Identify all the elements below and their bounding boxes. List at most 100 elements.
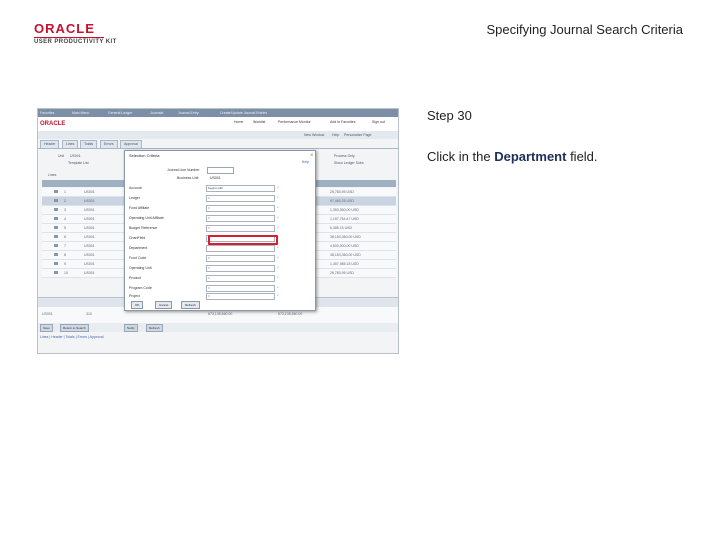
lookup-icon[interactable]: ⌕ — [277, 185, 279, 189]
unit-value: US001 — [70, 154, 81, 158]
lookup-icon[interactable]: ⌕ — [277, 205, 279, 209]
lookup-icon[interactable]: ⌕ — [277, 245, 279, 249]
operating-unit-field[interactable]: = — [206, 265, 275, 272]
journal-line-select[interactable] — [207, 167, 234, 174]
criteria-row-account: Account begins with ⌕ — [129, 185, 279, 192]
menu-main[interactable]: Main Menu — [72, 111, 89, 115]
personalize-link[interactable]: Personalize Page — [344, 133, 371, 137]
operating-unit-affiliate-field[interactable]: = — [206, 215, 275, 222]
nav-home[interactable]: Home — [234, 120, 243, 124]
trash-icon[interactable] — [54, 253, 58, 256]
menu-favorites[interactable]: Favorites — [40, 111, 54, 115]
lines-grid-title: Lines — [48, 173, 57, 177]
criteria-row-fund-affiliate: Fund Affiliate = ⌕ — [129, 205, 279, 212]
criteria-row-fund-code: Fund Code = ⌕ — [129, 255, 279, 262]
lookup-icon[interactable]: ⌕ — [277, 275, 279, 279]
program-code-field[interactable]: = — [206, 285, 275, 292]
footer-links[interactable]: Lines | Header | Totals | Errors | Appro… — [40, 335, 104, 339]
criteria-row-ledger: Ledger = ⌕ — [129, 195, 279, 202]
budget-reference-field[interactable]: = — [206, 225, 275, 232]
fund-affiliate-field[interactable]: = — [206, 205, 275, 212]
criteria-row-operating-unit: Operating Unit = ⌕ — [129, 265, 279, 272]
trash-icon[interactable] — [54, 262, 58, 265]
dialog-help-link[interactable]: Help — [302, 160, 309, 164]
business-unit-value: US001 — [210, 176, 221, 180]
page-tabs: Header Lines Totals Errors Approval — [38, 139, 398, 149]
ok-button[interactable]: OK — [131, 301, 144, 309]
save-button[interactable]: Save — [40, 324, 53, 332]
template-list-link[interactable]: Template List — [68, 161, 89, 165]
nav-add-favorites[interactable]: Add to Favorites — [330, 120, 355, 124]
oracle-logo-text: ORACLE — [34, 21, 95, 36]
document-title: Specifying Journal Search Criteria — [486, 22, 683, 37]
upk-logo-text: USER PRODUCTIVITY KIT — [34, 39, 117, 45]
brand-row: ORACLE Home Worklist Performance Monitor… — [38, 117, 398, 132]
cancel-button[interactable]: Cancel — [155, 301, 173, 309]
step-number: Step 30 — [427, 108, 472, 123]
tab-lines[interactable]: Lines — [62, 140, 79, 148]
trash-icon[interactable] — [54, 217, 58, 220]
lookup-icon[interactable]: ⌕ — [277, 293, 279, 297]
totals-debit: 673,135,660.00 — [208, 312, 233, 316]
account-field[interactable]: begins with — [206, 185, 275, 192]
app-oracle-logo: ORACLE — [40, 121, 66, 127]
fund-code-field[interactable]: = — [206, 255, 275, 262]
application-screenshot: Favorites Main Menu General Ledger Journ… — [37, 108, 399, 354]
instruction-suffix: field. — [566, 149, 598, 164]
trash-icon[interactable] — [54, 208, 58, 211]
show-ledger-option[interactable]: Show Ledger Subs — [334, 161, 364, 165]
project-field[interactable]: = — [206, 293, 275, 300]
tab-header[interactable]: Header — [40, 140, 60, 148]
menu-journal-entry[interactable]: Journal Entry — [178, 111, 199, 115]
lookup-icon[interactable]: ⌕ — [277, 225, 279, 229]
criteria-row-department: Department ⌕ — [129, 245, 279, 252]
tab-errors[interactable]: Errors — [100, 140, 118, 148]
tab-totals[interactable]: Totals — [80, 140, 98, 148]
totals-credit: 673,135,660.00 — [278, 312, 303, 316]
department-field-highlight — [208, 235, 278, 245]
dialog-refresh-button[interactable]: Refresh — [181, 301, 200, 309]
journal-line-label: Journal Line Number — [167, 168, 200, 172]
trash-icon[interactable] — [54, 235, 58, 238]
tab-approval[interactable]: Approval — [120, 140, 142, 148]
criteria-row-budget-reference: Budget Reference = ⌕ — [129, 225, 279, 232]
trash-icon[interactable] — [54, 199, 58, 202]
lookup-icon[interactable]: ⌕ — [277, 265, 279, 269]
trash-icon[interactable] — [54, 190, 58, 193]
logo-rule — [34, 37, 104, 38]
menu-journals[interactable]: Journals — [150, 111, 163, 115]
trash-icon[interactable] — [54, 226, 58, 229]
notify-button[interactable]: Notify — [124, 324, 138, 332]
process-only-option[interactable]: Process Only — [334, 154, 355, 158]
totals-unit: US001 — [42, 312, 53, 316]
close-icon[interactable]: X — [310, 152, 313, 157]
product-field[interactable]: = — [206, 275, 275, 282]
nav-performance[interactable]: Performance Monitor — [278, 120, 311, 124]
menu-bar: Favorites Main Menu General Ledger Journ… — [38, 109, 398, 117]
help-link[interactable]: Help — [332, 133, 339, 137]
refresh-button[interactable]: Refresh — [146, 324, 163, 332]
return-to-search-button[interactable]: Return to Search — [60, 324, 89, 332]
totals-lines: 310 — [86, 312, 92, 316]
trash-icon[interactable] — [54, 271, 58, 274]
criteria-row-operating-unit-affiliate: Operating Unit Affiliate = ⌕ — [129, 215, 279, 222]
nav-worklist[interactable]: Worklist — [253, 120, 265, 124]
business-unit-label: Business Unit — [177, 176, 199, 180]
bottom-button-bar: Save Return to Search Notify Refresh — [38, 323, 398, 332]
instruction-target: Department — [494, 149, 567, 164]
new-window-link[interactable]: New Window — [304, 133, 324, 137]
unit-label: Unit — [58, 154, 65, 158]
department-field[interactable] — [206, 245, 275, 252]
lookup-icon[interactable]: ⌕ — [277, 195, 279, 199]
nav-sign-out[interactable]: Sign out — [372, 120, 385, 124]
ledger-field[interactable]: = — [206, 195, 275, 202]
lookup-icon[interactable]: ⌕ — [277, 285, 279, 289]
menu-create-update[interactable]: Create/Update Journal Entries — [220, 111, 267, 115]
menu-gl[interactable]: General Ledger — [108, 111, 132, 115]
step-instruction: Click in the Department field. — [427, 149, 598, 164]
lookup-icon[interactable]: ⌕ — [277, 215, 279, 219]
trash-icon[interactable] — [54, 244, 58, 247]
selection-criteria-dialog: Selection Criteria X Help Journal Line N… — [124, 150, 316, 311]
lookup-icon[interactable]: ⌕ — [277, 255, 279, 259]
instruction-prefix: Click in the — [427, 149, 495, 164]
